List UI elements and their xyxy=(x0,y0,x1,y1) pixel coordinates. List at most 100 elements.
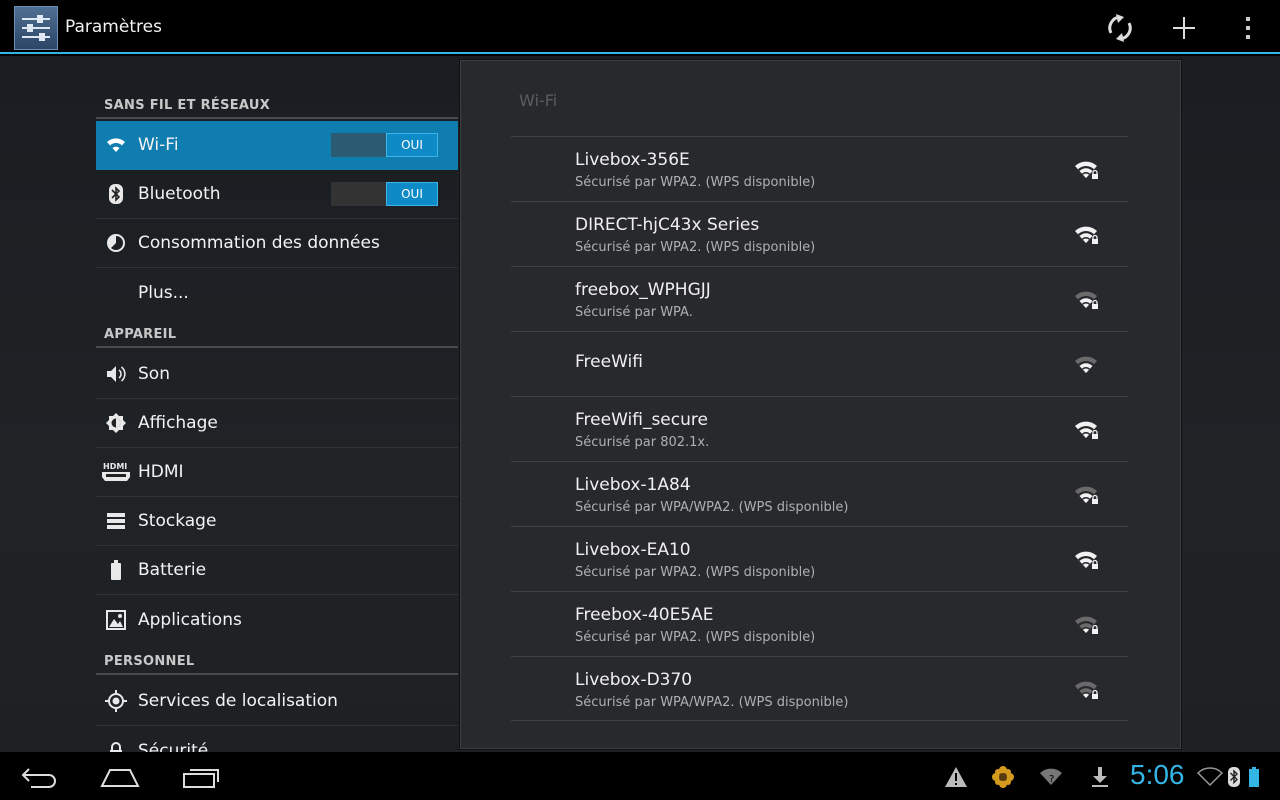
recent-apps-icon[interactable] xyxy=(171,760,231,794)
network-name: Freebox-40E5AE xyxy=(575,605,714,625)
network-row[interactable]: FreeWifi_secure Sécurisé par 802.1x. xyxy=(511,396,1128,461)
sidebar-item-label: Son xyxy=(138,364,170,384)
sidebar-item-label: HDMI xyxy=(138,462,184,482)
network-name: FreeWifi_secure xyxy=(575,410,708,430)
sidebar-item-location[interactable]: Services de localisation xyxy=(96,677,458,726)
toggle-knob: OUI xyxy=(386,133,438,157)
network-row[interactable]: FreeWifi xyxy=(511,331,1128,396)
battery-icon xyxy=(104,558,128,582)
sidebar-item-label: Plus... xyxy=(138,282,189,303)
sidebar-item-hdmi[interactable]: HDMI HDMI xyxy=(96,448,458,497)
wifi-locked-icon xyxy=(1074,419,1100,441)
speaker-icon xyxy=(104,362,128,386)
sidebar-item-applications[interactable]: Applications xyxy=(96,595,458,644)
network-name: DIRECT-hjC43x Series xyxy=(575,215,760,235)
settings-main: SANS FIL ET RÉSEAUX Wi-Fi OUI Bluetooth … xyxy=(0,56,1280,752)
sidebar-item-label: Services de localisation xyxy=(138,691,338,711)
hdmi-icon: HDMI xyxy=(100,460,132,484)
network-security: Sécurisé par WPA2. (WPS disponible) xyxy=(575,240,816,255)
sidebar-item-label: Applications xyxy=(138,609,242,630)
wifi-signal-icon[interactable] xyxy=(1196,764,1224,790)
network-security: Sécurisé par WPA2. (WPS disponible) xyxy=(575,630,816,645)
wifi-open-icon xyxy=(1074,354,1100,376)
sidebar-item-label: Sécurité xyxy=(138,740,209,753)
wifi-locked-icon xyxy=(1074,614,1100,636)
flower-icon[interactable] xyxy=(990,764,1016,790)
wifi-locked-icon xyxy=(1074,224,1100,246)
battery-status-icon[interactable] xyxy=(1246,764,1262,790)
add-icon[interactable] xyxy=(1164,8,1204,48)
network-security: Sécurisé par WPA/WPA2. (WPS disponible) xyxy=(575,695,849,710)
sidebar-item-label: Consommation des données xyxy=(138,233,380,253)
network-security: Sécurisé par 802.1x. xyxy=(575,435,710,450)
wifi-locked-icon xyxy=(1074,159,1100,181)
network-name: Livebox-1A84 xyxy=(575,475,691,495)
network-list: Livebox-356E Sécurisé par WPA2. (WPS disp… xyxy=(511,136,1128,721)
home-icon[interactable] xyxy=(90,760,150,794)
network-name: Livebox-356E xyxy=(575,150,690,170)
network-security: Sécurisé par WPA/WPA2. (WPS disponible) xyxy=(575,500,849,515)
sidebar-item-display[interactable]: Affichage xyxy=(96,399,458,448)
page-title: Paramètres xyxy=(65,17,162,37)
sidebar-item-label: Stockage xyxy=(138,511,217,531)
navigation-bar: ? 5:06 xyxy=(0,752,1280,800)
network-name: Livebox-D370 xyxy=(575,670,693,690)
sidebar-item-wifi[interactable]: Wi-Fi OUI xyxy=(96,121,458,170)
section-header-personal: PERSONNEL xyxy=(96,647,458,675)
data-usage-icon xyxy=(104,231,128,255)
settings-app-icon[interactable] xyxy=(14,6,58,50)
network-security: Sécurisé par WPA. xyxy=(575,305,693,320)
bluetooth-icon xyxy=(104,182,128,206)
sidebar-item-more[interactable]: Plus... xyxy=(96,268,458,317)
network-row[interactable]: Livebox-EA10 Sécurisé par WPA2. (WPS disp… xyxy=(511,526,1128,591)
network-name: freebox_WPHGJJ xyxy=(575,280,711,300)
network-row[interactable]: DIRECT-hjC43x Series Sécurisé par WPA2. (… xyxy=(511,201,1128,266)
wifi-toggle[interactable]: OUI xyxy=(331,133,438,157)
sidebar-item-security[interactable]: Sécurité xyxy=(96,726,458,752)
network-name: FreeWifi xyxy=(575,352,643,372)
lock-icon xyxy=(104,739,128,752)
network-row[interactable]: Livebox-356E Sécurisé par WPA2. (WPS disp… xyxy=(511,136,1128,201)
sidebar-item-sound[interactable]: Son xyxy=(96,350,458,399)
wifi-panel: Wi-Fi Livebox-356E Sécurisé par WPA2. (WP… xyxy=(460,60,1181,749)
network-row[interactable]: freebox_WPHGJJ Sécurisé par WPA. xyxy=(511,266,1128,331)
download-icon[interactable] xyxy=(1087,764,1113,790)
svg-text:HDMI: HDMI xyxy=(103,462,127,471)
wifi-locked-icon xyxy=(1074,289,1100,311)
network-row[interactable]: Livebox-1A84 Sécurisé par WPA/WPA2. (WPS … xyxy=(511,461,1128,526)
network-name: Livebox-EA10 xyxy=(575,540,691,560)
wifi-icon xyxy=(104,133,128,157)
apps-icon xyxy=(104,608,128,632)
bluetooth-toggle[interactable]: OUI xyxy=(331,182,438,206)
sync-icon[interactable] xyxy=(1100,8,1140,48)
brightness-icon xyxy=(104,411,128,435)
wifi-locked-icon xyxy=(1074,484,1100,506)
sidebar-item-label: Wi-Fi xyxy=(138,135,179,155)
action-bar: Paramètres xyxy=(0,0,1280,54)
storage-icon xyxy=(104,509,128,533)
wifi-locked-icon xyxy=(1074,549,1100,571)
back-icon[interactable] xyxy=(10,760,70,794)
sidebar-item-bluetooth[interactable]: Bluetooth OUI xyxy=(96,170,458,219)
sidebar-item-battery[interactable]: Batterie xyxy=(96,546,458,595)
toggle-knob: OUI xyxy=(386,182,438,206)
sidebar-item-label: Bluetooth xyxy=(138,184,221,204)
sidebar-item-storage[interactable]: Stockage xyxy=(96,497,458,546)
clock[interactable]: 5:06 xyxy=(1130,759,1185,791)
wifi-locked-icon xyxy=(1074,679,1100,701)
sidebar-item-label: Batterie xyxy=(138,560,207,580)
bluetooth-status-icon[interactable] xyxy=(1226,764,1242,790)
sidebar-item-data-usage[interactable]: Consommation des données xyxy=(96,219,458,268)
section-header-wireless: SANS FIL ET RÉSEAUX xyxy=(96,91,458,119)
sidebar-item-label: Affichage xyxy=(138,413,218,433)
svg-text:?: ? xyxy=(1049,774,1054,785)
network-row[interactable]: Freebox-40E5AE Sécurisé par WPA2. (WPS di… xyxy=(511,591,1128,656)
network-row[interactable]: Livebox-D370 Sécurisé par WPA/WPA2. (WPS … xyxy=(511,656,1128,721)
warning-icon[interactable] xyxy=(943,764,969,790)
panel-title: Wi-Fi xyxy=(519,91,558,110)
network-security: Sécurisé par WPA2. (WPS disponible) xyxy=(575,175,816,190)
settings-sidebar: SANS FIL ET RÉSEAUX Wi-Fi OUI Bluetooth … xyxy=(96,56,458,752)
wifi-status-icon[interactable]: ? xyxy=(1038,764,1064,790)
location-icon xyxy=(104,689,128,713)
overflow-menu-icon[interactable] xyxy=(1228,8,1268,48)
